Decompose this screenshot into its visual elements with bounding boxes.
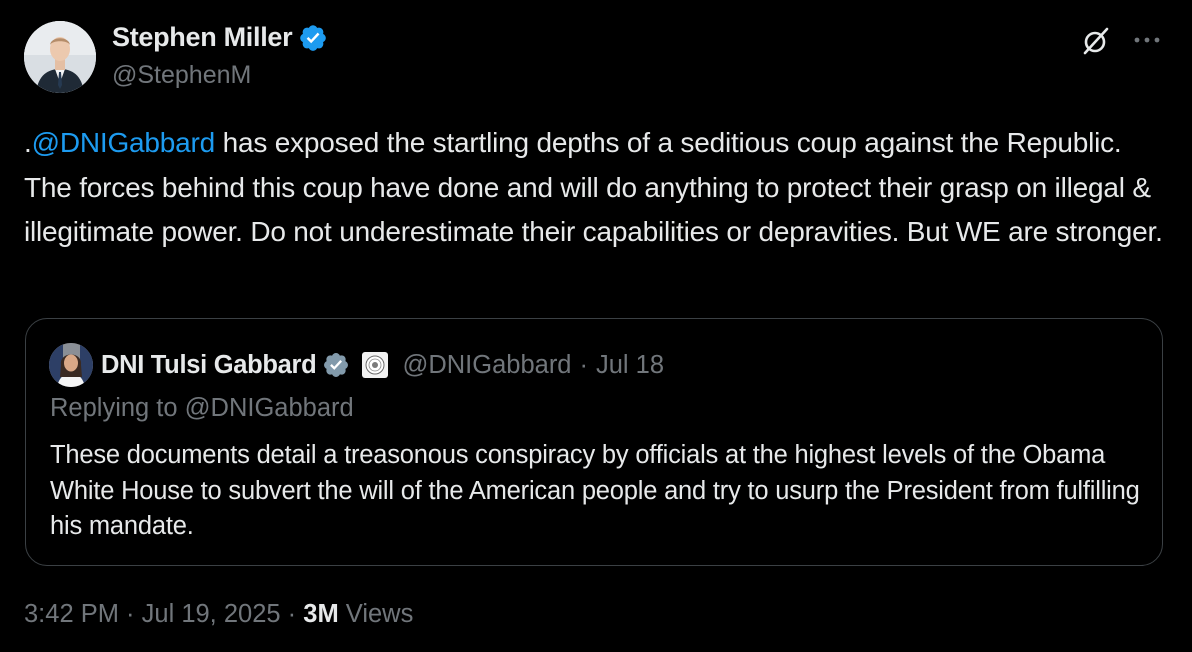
views-count[interactable]: 3M [303,600,338,629]
separator-dot: · [280,600,304,628]
author-handle[interactable]: @StephenM [112,61,251,90]
post-date[interactable]: Jul 19, 2025 [142,600,281,629]
quoted-post-header: DNI Tulsi Gabbard @DNIGabbard · Jul 18 [49,343,664,387]
mention-link[interactable]: @DNIGabbard [32,127,216,158]
views-label[interactable]: Views [339,600,414,629]
more-horizontal-icon[interactable] [1130,28,1164,52]
quoted-post-card[interactable]: DNI Tulsi Gabbard @DNIGabbard · Jul 18 R… [25,318,1163,566]
author-display-name[interactable]: Stephen Miller [112,22,293,53]
grok-icon[interactable] [1081,26,1111,56]
affiliation-seal-icon[interactable] [362,352,389,378]
author-avatar[interactable] [24,21,96,93]
quoted-author-display-name[interactable]: DNI Tulsi Gabbard [101,351,317,380]
separator-dot: · [118,600,142,628]
verified-badge-icon[interactable] [298,23,328,53]
quoted-post-text: These documents detail a treasonous cons… [50,441,1140,540]
odni-seal-icon [365,355,385,375]
verified-badge-gray-icon[interactable] [322,351,350,379]
post-meta: 3:42 PM · Jul 19, 2025 · 3M Views [24,600,413,629]
post-text: .@DNIGabbard has exposed the startling d… [24,121,1174,255]
author-name-row[interactable]: Stephen Miller [112,22,328,53]
post-time[interactable]: 3:42 PM [24,600,119,629]
separator-dot: · [579,350,589,379]
post-text-prefix: . [24,127,32,158]
replying-to-label: Replying to @DNIGabbard [50,394,354,422]
person-avatar-icon [49,343,93,387]
person-avatar-icon [24,21,96,93]
quoted-post-date[interactable]: Jul 18 [596,351,664,380]
quoted-author-handle[interactable]: @DNIGabbard [402,351,571,380]
tweet-detail: Stephen Miller @StephenM .@DNIGabbard ha… [0,0,1192,652]
quoted-author-avatar[interactable] [49,343,93,387]
